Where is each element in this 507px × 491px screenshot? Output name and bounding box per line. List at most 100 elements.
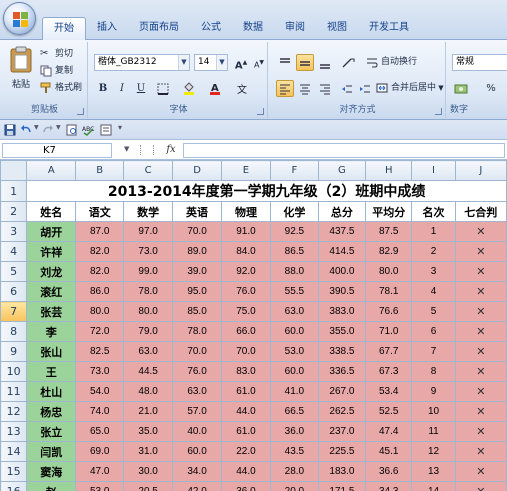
score-cell[interactable]: 53.4 xyxy=(364,381,413,402)
chevron-down-icon[interactable]: ▼ xyxy=(34,124,39,131)
student-name-cell[interactable]: 闫凯 xyxy=(26,441,77,462)
score-cell[interactable]: 61.0 xyxy=(221,381,271,402)
align-bottom-button[interactable] xyxy=(316,54,334,71)
row-header[interactable]: 11 xyxy=(0,381,28,402)
score-cell[interactable]: 89.0 xyxy=(172,241,222,262)
student-name-cell[interactable]: 王 xyxy=(26,361,77,382)
score-cell[interactable]: 10 xyxy=(411,401,456,422)
score-cell[interactable]: 48.0 xyxy=(123,381,174,402)
score-cell[interactable]: 82.5 xyxy=(75,341,125,362)
score-cell[interactable]: 78.0 xyxy=(123,281,174,302)
row-header[interactable]: 1 xyxy=(0,180,28,202)
score-cell[interactable]: 225.5 xyxy=(317,441,366,462)
score-cell[interactable]: 82.0 xyxy=(75,241,125,262)
row-header[interactable]: 14 xyxy=(0,441,28,462)
cut-button[interactable]: ✂ 剪切 xyxy=(40,46,73,63)
score-cell[interactable]: 6 xyxy=(411,321,456,342)
spelling-icon[interactable]: ABC xyxy=(82,124,94,136)
number-format-select[interactable]: 常规 xyxy=(452,54,507,71)
score-cell[interactable]: 21.0 xyxy=(123,401,174,422)
score-cell[interactable]: 82.0 xyxy=(75,261,125,282)
header-cell[interactable]: 语文 xyxy=(75,201,125,222)
format-painter-button[interactable]: 格式刷 xyxy=(40,80,82,97)
score-cell[interactable]: 171.5 xyxy=(317,481,366,491)
score-cell[interactable]: 22.0 xyxy=(221,441,271,462)
fill-color-button[interactable] xyxy=(180,80,198,97)
score-cell[interactable]: 47.4 xyxy=(364,421,413,442)
score-cell[interactable]: 87.5 xyxy=(364,221,413,242)
score-cell[interactable]: 437.5 xyxy=(317,221,366,242)
student-name-cell[interactable]: 张山 xyxy=(26,341,77,362)
score-cell[interactable]: 52.5 xyxy=(364,401,413,422)
row-header[interactable]: 13 xyxy=(0,421,28,442)
score-cell[interactable]: 63.0 xyxy=(172,381,222,402)
column-header[interactable]: E xyxy=(221,160,271,181)
row-header[interactable]: 16 xyxy=(0,481,28,491)
border-button[interactable] xyxy=(154,80,172,97)
row-header[interactable]: 5 xyxy=(0,261,28,282)
alignment-launcher-icon[interactable] xyxy=(435,108,442,115)
score-cell[interactable]: 4 xyxy=(411,281,456,302)
student-name-cell[interactable]: 李 xyxy=(26,321,77,342)
score-cell[interactable]: 53.0 xyxy=(269,341,319,362)
score-cell[interactable]: 47.0 xyxy=(75,461,125,482)
student-name-cell[interactable]: 许祥 xyxy=(26,241,77,262)
judgement-cell[interactable]: ✕ xyxy=(454,321,507,342)
score-cell[interactable]: 76.0 xyxy=(221,281,271,302)
score-cell[interactable]: 390.5 xyxy=(317,281,366,302)
score-cell[interactable]: 7 xyxy=(411,341,456,362)
header-cell[interactable]: 名次 xyxy=(411,201,456,222)
student-name-cell[interactable]: 胡开 xyxy=(26,221,77,242)
score-cell[interactable]: 72.0 xyxy=(75,321,125,342)
sheet-title-cell[interactable]: 2013-2014年度第一学期九年级（2）班期中成绩 xyxy=(26,180,507,202)
score-cell[interactable]: 75.0 xyxy=(221,301,271,322)
student-name-cell[interactable]: 刘龙 xyxy=(26,261,77,282)
score-cell[interactable]: 88.0 xyxy=(269,261,319,282)
name-box[interactable]: K7 xyxy=(2,143,112,158)
judgement-cell[interactable]: ✕ xyxy=(454,481,507,491)
score-cell[interactable]: 61.0 xyxy=(221,421,271,442)
score-cell[interactable]: 84.0 xyxy=(221,241,271,262)
column-header[interactable]: D xyxy=(172,160,222,181)
score-cell[interactable]: 63.0 xyxy=(123,341,174,362)
score-cell[interactable]: 31.0 xyxy=(123,441,174,462)
score-cell[interactable]: 87.0 xyxy=(75,221,125,242)
font-family-select[interactable]: 楷体_GB2312 ▼ xyxy=(94,54,190,71)
tab-0[interactable]: 开始 xyxy=(42,17,86,40)
score-cell[interactable]: 78.1 xyxy=(364,281,413,302)
score-cell[interactable]: 85.0 xyxy=(172,301,222,322)
undo-icon[interactable] xyxy=(20,124,32,136)
header-cell[interactable]: 平均分 xyxy=(364,201,413,222)
header-cell[interactable]: 七合判 xyxy=(454,201,507,222)
score-cell[interactable]: 66.5 xyxy=(269,401,319,422)
row-header[interactable]: 12 xyxy=(0,401,28,422)
print-preview-icon[interactable] xyxy=(66,124,78,136)
row-header[interactable]: 10 xyxy=(0,361,28,382)
wrap-text-button[interactable]: 自动换行 xyxy=(366,54,417,71)
score-cell[interactable]: 73.0 xyxy=(123,241,174,262)
score-cell[interactable]: 400.0 xyxy=(317,261,366,282)
score-cell[interactable]: 14 xyxy=(411,481,456,491)
score-cell[interactable]: 70.0 xyxy=(221,341,271,362)
column-header[interactable]: H xyxy=(364,160,413,181)
font-color-button[interactable]: A xyxy=(206,80,224,97)
judgement-cell[interactable]: ✕ xyxy=(454,441,507,462)
score-cell[interactable]: 44.5 xyxy=(123,361,174,382)
judgement-cell[interactable]: ✕ xyxy=(454,261,507,282)
decrease-indent-button[interactable] xyxy=(338,80,356,97)
score-cell[interactable]: 262.5 xyxy=(317,401,366,422)
insert-function-button[interactable]: fx xyxy=(163,143,179,158)
score-cell[interactable]: 336.5 xyxy=(317,361,366,382)
score-cell[interactable]: 86.5 xyxy=(269,241,319,262)
score-cell[interactable]: 74.0 xyxy=(75,401,125,422)
column-header[interactable]: F xyxy=(269,160,319,181)
score-cell[interactable]: 45.1 xyxy=(364,441,413,462)
form-icon[interactable] xyxy=(100,124,112,136)
score-cell[interactable]: 338.5 xyxy=(317,341,366,362)
score-cell[interactable]: 79.0 xyxy=(123,321,174,342)
score-cell[interactable]: 55.5 xyxy=(269,281,319,302)
column-header[interactable]: I xyxy=(411,160,456,181)
copy-button[interactable]: 复制 xyxy=(40,63,73,80)
align-right-button[interactable] xyxy=(316,80,334,97)
judgement-cell[interactable]: ✕ xyxy=(454,361,507,382)
